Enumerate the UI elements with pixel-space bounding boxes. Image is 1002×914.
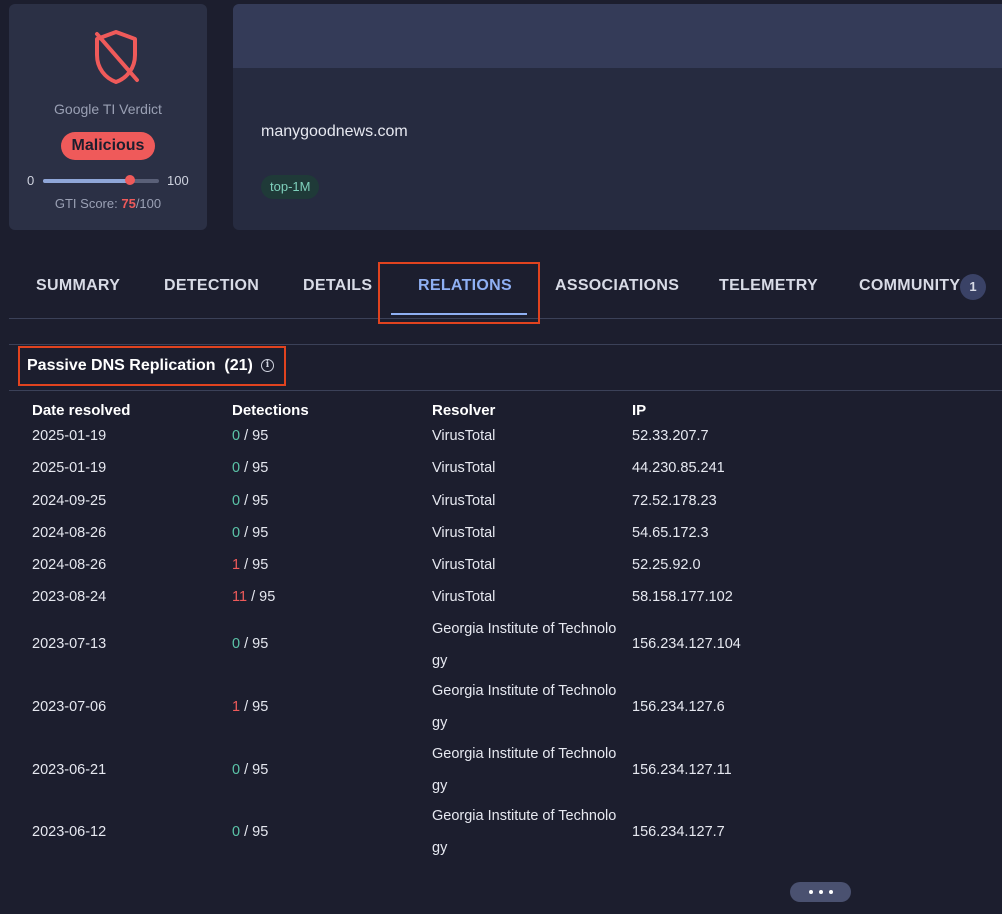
score-scale-track bbox=[43, 175, 159, 185]
score-scale-max: 100 bbox=[167, 173, 189, 188]
date-resolved-cell: 2024-09-25 bbox=[32, 493, 107, 509]
tab-bar: SUMMARY DETECTION DETAILS RELATIONS ASSO… bbox=[9, 262, 1002, 324]
score-scale-fill bbox=[43, 179, 130, 183]
domain-tag[interactable]: top-1M bbox=[261, 175, 320, 199]
resolver-cell: Georgia Institute of Technology bbox=[432, 621, 617, 669]
ip-cell[interactable]: 58.158.177.102 bbox=[632, 589, 733, 605]
header-band bbox=[233, 4, 1002, 68]
resolver-cell: VirusTotal bbox=[432, 589, 496, 605]
more-button[interactable] bbox=[790, 882, 851, 902]
detections-total: / 95 bbox=[244, 525, 269, 541]
ip-cell[interactable]: 156.234.127.104 bbox=[632, 636, 741, 652]
detections-total: / 95 bbox=[244, 699, 269, 715]
detections-total: / 95 bbox=[244, 636, 269, 652]
more-horizontal-icon bbox=[806, 883, 836, 900]
date-resolved-cell: 2023-06-21 bbox=[32, 762, 107, 778]
community-count-badge: 1 bbox=[960, 274, 986, 300]
detections-total: / 95 bbox=[244, 824, 269, 840]
section-count: (21) bbox=[224, 357, 253, 374]
column-header-detections[interactable]: Detections bbox=[232, 402, 309, 419]
tab-telemetry[interactable]: TELEMETRY bbox=[719, 262, 818, 310]
gti-score-value: 75 bbox=[121, 196, 136, 211]
detections-cell: 11 / 95 bbox=[232, 589, 275, 605]
tab-relations-highlight bbox=[378, 262, 540, 324]
date-resolved-cell: 2025-01-19 bbox=[32, 460, 107, 476]
detections-cell: 0 / 95 bbox=[232, 428, 268, 444]
detections-count: 0 bbox=[232, 762, 241, 778]
date-resolved-cell: 2023-08-24 bbox=[32, 589, 107, 605]
detections-cell: 0 / 95 bbox=[232, 824, 268, 840]
date-resolved-cell: 2023-07-13 bbox=[32, 636, 107, 652]
ip-cell[interactable]: 54.65.172.3 bbox=[632, 525, 709, 541]
date-resolved-cell: 2023-07-06 bbox=[32, 699, 107, 715]
domain-name: manygoodnews.com bbox=[261, 123, 408, 140]
tab-summary[interactable]: SUMMARY bbox=[36, 262, 120, 310]
ip-cell[interactable]: 44.230.85.241 bbox=[632, 460, 725, 476]
resolver-cell: VirusTotal bbox=[432, 525, 496, 541]
gti-score-label: GTI Score: bbox=[54, 196, 122, 211]
resolver-cell: VirusTotal bbox=[432, 428, 496, 444]
detections-count: 0 bbox=[232, 824, 241, 840]
ip-cell[interactable]: 72.52.178.23 bbox=[632, 493, 717, 509]
tab-detection[interactable]: DETECTION bbox=[164, 262, 259, 310]
detections-count: 11 bbox=[232, 589, 248, 605]
gti-score: GTI Score: 75/100 bbox=[9, 196, 207, 211]
column-header-resolver[interactable]: Resolver bbox=[432, 402, 495, 419]
gti-score-total: /100 bbox=[135, 196, 162, 211]
resolver-cell: Georgia Institute of Technology bbox=[432, 746, 617, 794]
section-title: Passive DNS Replication (21) bbox=[27, 357, 253, 375]
column-header-ip[interactable]: IP bbox=[632, 402, 646, 419]
ip-cell[interactable]: 156.234.127.6 bbox=[632, 699, 725, 715]
passive-dns-section-header: Passive DNS Replication (21) i bbox=[9, 344, 1002, 391]
verdict-label: Google TI Verdict bbox=[54, 101, 162, 117]
info-icon[interactable]: i bbox=[261, 359, 274, 372]
ip-cell[interactable]: 52.25.92.0 bbox=[632, 557, 701, 573]
detections-cell: 0 / 95 bbox=[232, 493, 268, 509]
detections-cell: 0 / 95 bbox=[232, 460, 268, 476]
detections-total: / 95 bbox=[244, 460, 269, 476]
date-resolved-cell: 2024-08-26 bbox=[32, 525, 107, 541]
detections-cell: 0 / 95 bbox=[232, 525, 268, 541]
detections-cell: 0 / 95 bbox=[232, 636, 268, 652]
detections-total: / 95 bbox=[251, 589, 276, 605]
detections-total: / 95 bbox=[244, 493, 269, 509]
tab-community[interactable]: COMMUNITY bbox=[859, 262, 960, 310]
resolver-cell: VirusTotal bbox=[432, 557, 496, 573]
score-scale-min: 0 bbox=[27, 173, 35, 188]
detections-count: 1 bbox=[232, 699, 241, 715]
resolver-cell: Georgia Institute of Technology bbox=[432, 808, 617, 856]
detections-total: / 95 bbox=[244, 557, 269, 573]
column-header-date[interactable]: Date resolved bbox=[32, 402, 130, 419]
tab-details[interactable]: DETAILS bbox=[303, 262, 372, 310]
detections-total: / 95 bbox=[244, 762, 269, 778]
detections-count: 0 bbox=[232, 428, 241, 444]
detections-cell: 1 / 95 bbox=[232, 557, 268, 573]
date-resolved-cell: 2025-01-19 bbox=[32, 428, 107, 444]
detections-count: 0 bbox=[232, 493, 241, 509]
verdict-badge: Malicious bbox=[61, 132, 155, 160]
domain-header-card: manygoodnews.com top-1M bbox=[233, 4, 1002, 230]
detections-cell: 1 / 95 bbox=[232, 699, 268, 715]
detections-count: 1 bbox=[232, 557, 241, 573]
date-resolved-cell: 2024-08-26 bbox=[32, 557, 107, 573]
ip-cell[interactable]: 156.234.127.11 bbox=[632, 762, 732, 778]
resolver-cell: Georgia Institute of Technology bbox=[432, 683, 617, 731]
detections-count: 0 bbox=[232, 525, 241, 541]
detections-count: 0 bbox=[232, 460, 241, 476]
shield-off-icon bbox=[95, 30, 139, 84]
detections-cell: 0 / 95 bbox=[232, 762, 268, 778]
verdict-card: Google TI Verdict Malicious 0 100 GTI Sc… bbox=[9, 4, 207, 230]
ip-cell[interactable]: 52.33.207.7 bbox=[632, 428, 709, 444]
resolver-cell: VirusTotal bbox=[432, 493, 496, 509]
detections-count: 0 bbox=[232, 636, 241, 652]
section-title-text: Passive DNS Replication bbox=[27, 357, 216, 374]
ip-cell[interactable]: 156.234.127.7 bbox=[632, 824, 725, 840]
resolver-cell: VirusTotal bbox=[432, 460, 496, 476]
detections-total: / 95 bbox=[244, 428, 269, 444]
score-scale-thumb bbox=[125, 175, 135, 185]
tab-associations[interactable]: ASSOCIATIONS bbox=[555, 262, 679, 310]
date-resolved-cell: 2023-06-12 bbox=[32, 824, 107, 840]
